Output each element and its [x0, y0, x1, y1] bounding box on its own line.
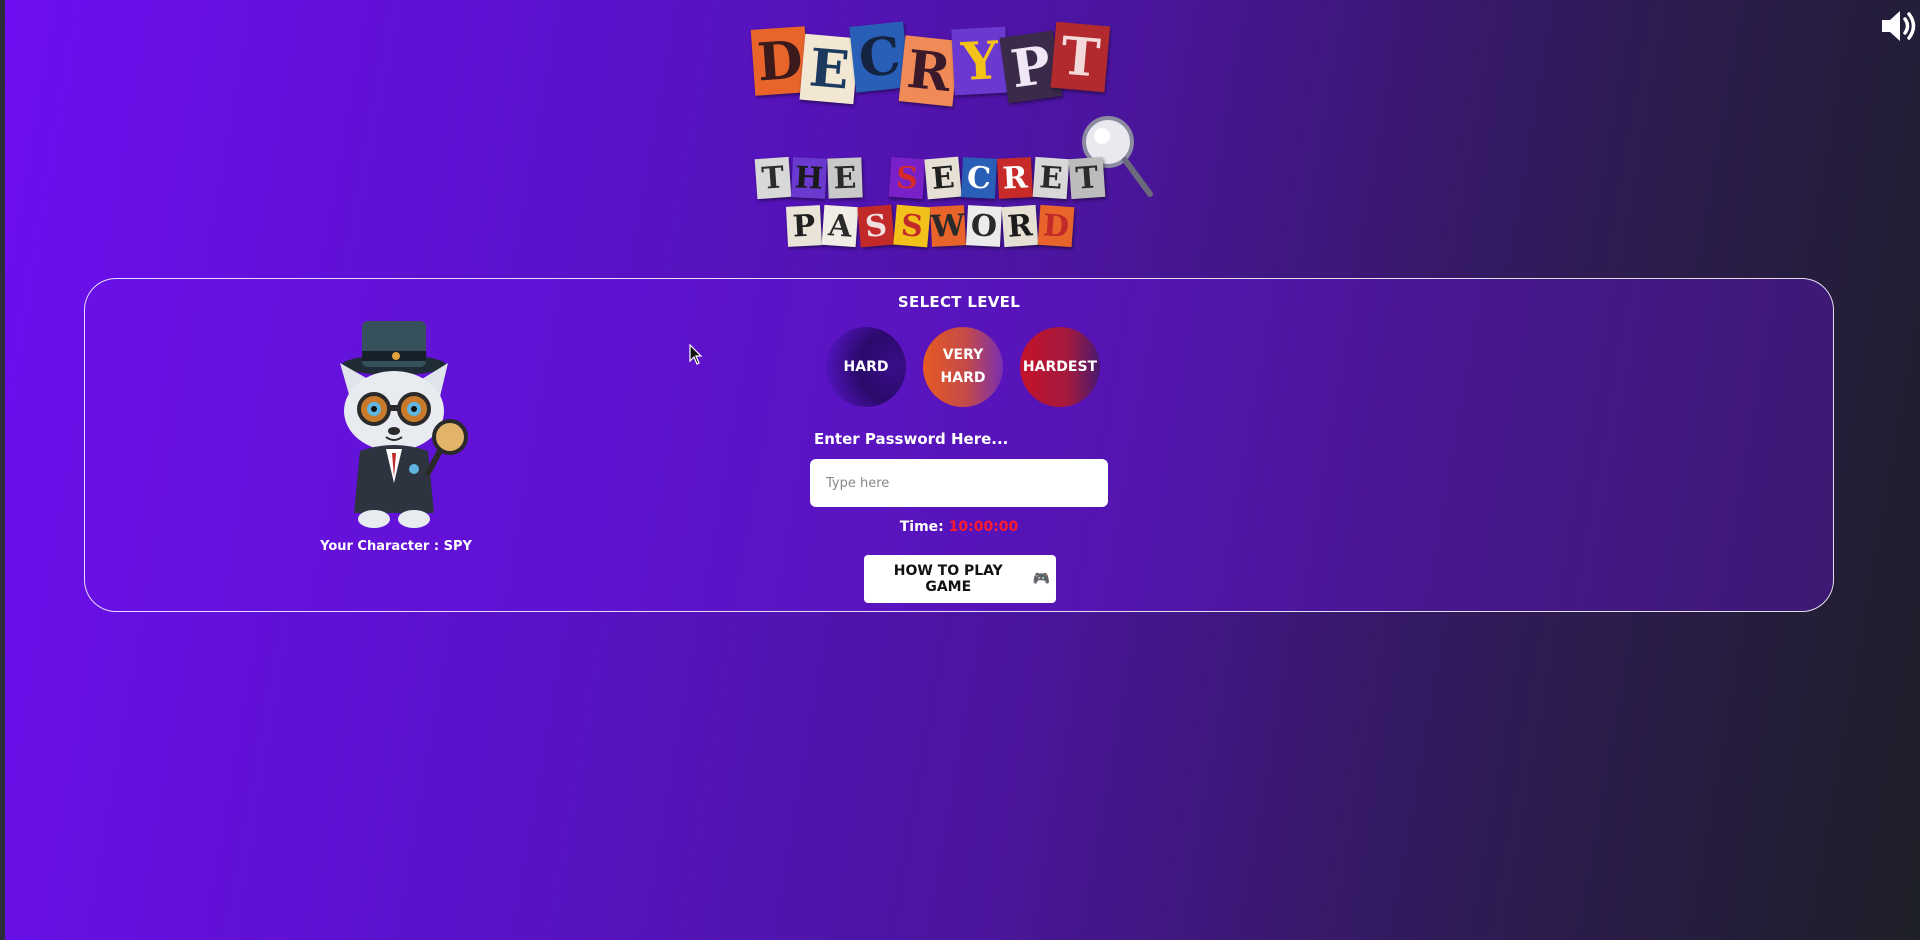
- select-level-heading: SELECT LEVEL: [897, 293, 1021, 311]
- level-label: HARD: [843, 358, 889, 375]
- level-hard-button[interactable]: HARD: [826, 327, 906, 407]
- timer-label: Time:: [899, 519, 944, 535]
- logo-tile: T: [754, 156, 792, 200]
- character-card: Your Character : SPY: [271, 313, 521, 554]
- level-label: VERY HARD: [940, 347, 986, 386]
- level-very-hard-button[interactable]: VERY HARD: [923, 327, 1003, 407]
- level-options: HARD VERY HARD HARDEST: [826, 327, 1100, 407]
- logo-tile: T: [1050, 21, 1111, 93]
- logo-subtitle-line1: T H E S E C R E T: [700, 156, 1160, 200]
- logo-tile: W: [929, 205, 967, 247]
- password-label: Enter Password Here...: [814, 430, 1009, 448]
- logo-tile: A: [821, 204, 859, 248]
- logo-tile: S: [888, 156, 926, 200]
- logo-tile: C: [960, 157, 998, 199]
- logo-tile: H: [790, 157, 828, 199]
- logo-tile: O: [965, 205, 1003, 247]
- window-edge: [0, 0, 5, 940]
- logo-tile: E: [827, 157, 863, 199]
- logo-tile: E: [1032, 156, 1070, 200]
- spy-cat-avatar: [340, 321, 468, 528]
- logo-tile: R: [996, 157, 1034, 199]
- logo-tile: E: [924, 156, 962, 200]
- character-label: Your Character : SPY: [320, 539, 472, 554]
- logo-tile: R: [1001, 204, 1039, 248]
- gamepad-icon: 🎮: [1032, 571, 1050, 587]
- mouse-cursor-icon: [689, 344, 703, 365]
- password-input[interactable]: [810, 459, 1108, 507]
- logo-tile: T: [1068, 156, 1106, 200]
- logo-tile: P: [785, 205, 823, 247]
- timer: Time: 10:00:00: [85, 519, 1833, 535]
- logo-title: D E C R Y P T: [700, 21, 1160, 107]
- logo-tile: R: [898, 35, 960, 107]
- how-to-play-label: HOW TO PLAY GAME: [893, 563, 1003, 595]
- logo-tile: S: [893, 204, 931, 248]
- level-label: HARDEST: [1022, 358, 1098, 375]
- game-logo: D E C R Y P T T H E S E C R E T P A S S …: [700, 21, 1160, 258]
- logo-subtitle-line2: P A S S W O R D: [700, 204, 1160, 248]
- timer-value: 10:00:00: [948, 519, 1019, 535]
- logo-tile: S: [857, 204, 895, 248]
- how-to-play-button[interactable]: HOW TO PLAY GAME 🎮: [864, 555, 1056, 603]
- speaker-volume-icon[interactable]: [1876, 4, 1920, 48]
- logo-tile: D: [1037, 204, 1075, 248]
- game-panel: Your Character : SPY SELECT LEVEL HARD V…: [84, 278, 1834, 612]
- level-hardest-button[interactable]: HARDEST: [1020, 327, 1100, 407]
